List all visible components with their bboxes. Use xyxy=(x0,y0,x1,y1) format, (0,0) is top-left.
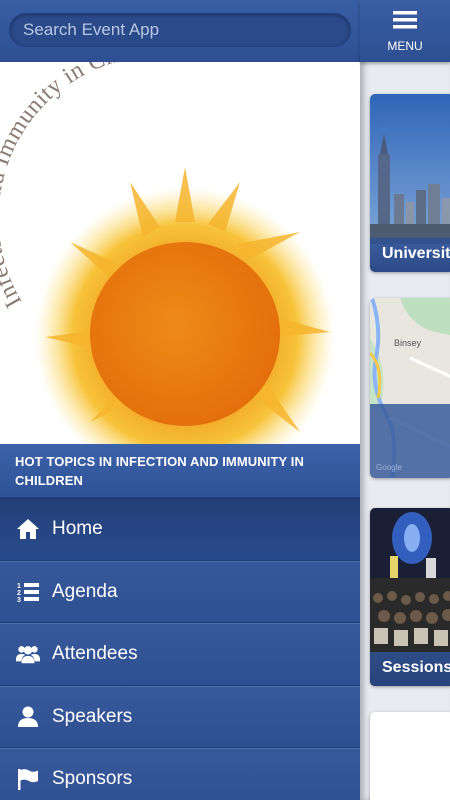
nav-item-speakers[interactable]: Speakers xyxy=(0,685,360,748)
nav-item-label: Home xyxy=(52,518,103,540)
nav-item-home[interactable]: Home xyxy=(0,498,360,561)
nav-item-label: Attendees xyxy=(52,643,138,665)
event-logo-image: Infection and Immunity in Children xyxy=(0,62,335,444)
nav-item-label: Agenda xyxy=(52,580,118,602)
home-icon xyxy=(16,517,40,541)
search-bar xyxy=(0,0,360,62)
flag-icon xyxy=(16,767,40,791)
nav-item-label: Speakers xyxy=(52,705,133,727)
navigation-drawer: Infection and Immunity in Children HOT T… xyxy=(0,0,360,800)
tile-sessions[interactable]: Sessions xyxy=(370,508,450,686)
search-input[interactable] xyxy=(9,13,351,47)
menu-button[interactable]: MENU xyxy=(360,0,450,62)
tile-label: University xyxy=(370,238,450,272)
tile-map[interactable]: Binsey Google xyxy=(370,298,450,478)
main-content-peek: MENU University xyxy=(360,0,450,800)
svg-text:3: 3 xyxy=(17,597,21,604)
svg-text:2: 2 xyxy=(17,590,21,597)
map-image: Binsey Google xyxy=(370,298,450,478)
main-nav: Home 1 2 3 Agenda Attendees Speakers Spo… xyxy=(0,498,360,800)
map-watermark: Google xyxy=(376,463,402,472)
nav-item-agenda[interactable]: 1 2 3 Agenda xyxy=(0,560,360,623)
nav-item-attendees[interactable]: Attendees xyxy=(0,623,360,686)
event-title: HOT TOPICS IN INFECTION AND IMMUNITY IN … xyxy=(0,444,360,498)
tile-label: Sessions xyxy=(370,652,450,686)
map-place-label: Binsey xyxy=(394,338,422,348)
svg-text:1: 1 xyxy=(17,583,21,590)
tile-blank[interactable] xyxy=(370,712,450,800)
users-group-icon xyxy=(16,642,40,666)
nav-item-label: Sponsors xyxy=(52,768,133,790)
hamburger-icon xyxy=(393,10,417,35)
event-logo-banner: Infection and Immunity in Children xyxy=(0,62,360,444)
sun-core-graphic xyxy=(90,242,280,426)
nav-item-sponsors[interactable]: Sponsors xyxy=(0,748,360,800)
menu-label: MENU xyxy=(387,39,423,53)
numbered-list-icon: 1 2 3 xyxy=(16,580,40,604)
tile-university[interactable]: University xyxy=(370,94,450,272)
user-icon xyxy=(16,705,40,729)
